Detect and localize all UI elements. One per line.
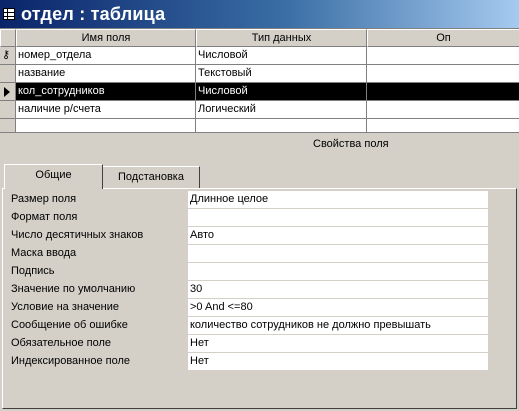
property-row: Сообщение об ошибке количество сотрудник… [3, 317, 518, 335]
input-mask-input[interactable] [188, 245, 488, 262]
row-selector[interactable]: ⚷ [0, 47, 16, 65]
data-type-cell[interactable]: Числовой [196, 47, 367, 65]
description-cell[interactable] [367, 101, 519, 119]
table-row[interactable]: название Текстовый [0, 65, 519, 83]
property-label: Формат поля [11, 211, 78, 223]
row-selector[interactable] [0, 101, 16, 119]
field-name-cell[interactable]: номер_отдела [16, 47, 196, 65]
property-label: Подпись [11, 265, 55, 277]
property-row: Число десятичных знаков Авто [3, 227, 518, 245]
description-cell[interactable] [367, 83, 519, 101]
decimal-places-input[interactable]: Авто [188, 227, 488, 244]
table-row-selected[interactable]: кол_сотрудников Числовой [0, 83, 519, 101]
tab-lookup[interactable]: Подстановка [103, 166, 200, 188]
field-properties-bar: Свойства поля [0, 132, 519, 155]
column-header-data-type[interactable]: Тип данных [196, 29, 367, 47]
header-selector [0, 29, 16, 47]
property-row: Формат поля [3, 209, 518, 227]
property-row: Обязательное поле Нет [3, 335, 518, 353]
properties-tabs: Общие Подстановка [0, 164, 519, 189]
description-cell[interactable] [367, 65, 519, 83]
property-row: Индексированное поле Нет [3, 353, 518, 371]
property-label: Сообщение об ошибке [11, 319, 128, 331]
property-label: Размер поля [11, 193, 77, 205]
field-size-input[interactable]: Длинное целое [188, 191, 488, 208]
caption-input[interactable] [188, 263, 488, 280]
format-input[interactable] [188, 209, 488, 226]
general-properties-panel: Размер поля Длинное целое Формат поля Чи… [2, 188, 517, 409]
current-row-arrow-icon [4, 87, 10, 97]
window-titlebar[interactable]: отдел : таблица [0, 0, 519, 28]
column-header-field-name[interactable]: Имя поля [16, 29, 196, 47]
table-row[interactable]: ⚷ номер_отдела Числовой [0, 47, 519, 65]
property-row: Условие на значение >0 And <=80 [3, 299, 518, 317]
data-type-cell[interactable]: Логический [196, 101, 367, 119]
window-title: отдел : таблица [21, 3, 166, 24]
property-label: Число десятичных знаков [11, 229, 144, 241]
property-label: Условие на значение [11, 301, 120, 313]
property-label: Индексированное поле [11, 355, 130, 367]
field-name-cell[interactable]: название [16, 65, 196, 83]
field-name-cell[interactable]: наличие р/счета [16, 101, 196, 119]
tab-general[interactable]: Общие [4, 164, 103, 189]
field-properties-title: Свойства поля [313, 138, 389, 150]
property-label: Маска ввода [11, 247, 77, 259]
table-icon [3, 8, 15, 20]
data-type-cell[interactable]: Числовой [196, 83, 367, 101]
property-row: Маска ввода [3, 245, 518, 263]
column-header-description[interactable]: Оп [367, 29, 519, 47]
key-icon: ⚷ [2, 49, 11, 61]
data-type-cell[interactable]: Текстовый [196, 65, 367, 83]
grid-header: Имя поля Тип данных Оп [0, 29, 519, 47]
row-selector[interactable] [0, 65, 16, 83]
table-row[interactable]: наличие р/счета Логический [0, 101, 519, 119]
field-name-cell[interactable]: кол_сотрудников [16, 83, 196, 101]
indexed-input[interactable]: Нет [188, 353, 488, 370]
property-row: Размер поля Длинное целое [3, 191, 518, 209]
row-selector[interactable] [0, 83, 16, 101]
default-value-input[interactable]: 30 [188, 281, 488, 298]
validation-text-input[interactable]: количество сотрудников не должно превыша… [188, 317, 488, 334]
required-input[interactable]: Нет [188, 335, 488, 352]
property-row: Подпись [3, 263, 518, 281]
field-grid: Имя поля Тип данных Оп ⚷ номер_отдела Чи… [0, 28, 519, 137]
description-cell[interactable] [367, 47, 519, 65]
property-label: Значение по умолчанию [11, 283, 136, 295]
validation-rule-input[interactable]: >0 And <=80 [188, 299, 488, 316]
property-row: Значение по умолчанию 30 [3, 281, 518, 299]
property-label: Обязательное поле [11, 337, 112, 349]
